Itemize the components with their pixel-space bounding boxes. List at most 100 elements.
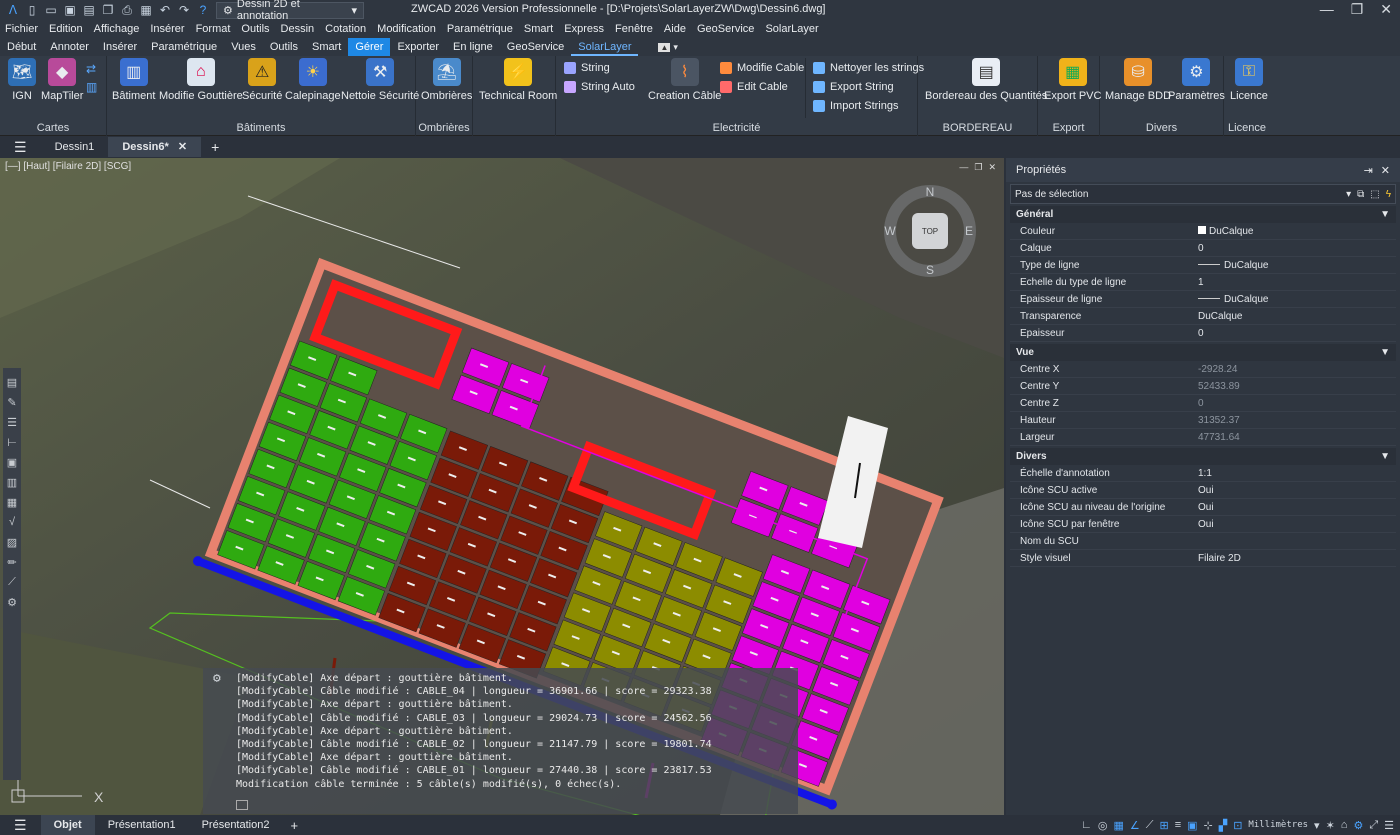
hardware-accel-icon[interactable]: ⌂: [1341, 819, 1348, 831]
tab-gerer[interactable]: Gérer: [348, 38, 391, 56]
menu-item[interactable]: Aide: [659, 23, 692, 35]
nettoie-securite-button[interactable]: ⚒ Nettoie Sécurité: [341, 58, 419, 102]
pencil-icon[interactable]: ✏: [6, 556, 18, 570]
help-icon[interactable]: ?: [196, 3, 210, 17]
map-tools-icon[interactable]: ⇄: [86, 62, 96, 76]
close-icon[interactable]: ✕: [1380, 1, 1392, 18]
property-row[interactable]: Nom du SCU: [1010, 533, 1396, 550]
workspace-selector[interactable]: ⚙ Dessin 2D et annotation ▾: [216, 0, 364, 22]
viewport-label[interactable]: [—] [Haut] [Filaire 2D] [SCG]: [5, 161, 131, 172]
grid-icon[interactable]: ▦: [1113, 819, 1123, 832]
units-icon[interactable]: ⊡: [1233, 819, 1242, 832]
annotation-monitor-icon[interactable]: ▞: [1219, 819, 1227, 832]
tab-vues[interactable]: Vues: [224, 38, 263, 56]
block-icon[interactable]: ▣: [6, 456, 18, 470]
menu-item[interactable]: Outils: [236, 23, 275, 35]
property-row[interactable]: Style visuel Filaire 2D: [1010, 550, 1396, 567]
restore-icon[interactable]: ❐: [974, 162, 982, 173]
snap-icon[interactable]: ∠: [1130, 819, 1140, 832]
bordereau-button[interactable]: ▤ Bordereau des Quantités: [925, 58, 1047, 102]
tab-exporter[interactable]: Exporter: [390, 38, 446, 56]
string-button[interactable]: String: [564, 62, 610, 74]
import-strings-button[interactable]: Import Strings: [813, 100, 898, 112]
command-input-icon[interactable]: [236, 800, 248, 810]
property-row[interactable]: Transparence DuCalque: [1010, 308, 1396, 325]
gear-icon[interactable]: ⚙: [213, 672, 221, 685]
ortho-icon[interactable]: ∟: [1081, 819, 1092, 831]
open-folder-icon[interactable]: ▭: [44, 3, 58, 17]
ombrieres-button[interactable]: ⛱ Ombrières: [421, 58, 472, 102]
add-tab-icon[interactable]: +: [201, 139, 229, 155]
property-row[interactable]: Couleur DuCalque: [1010, 223, 1396, 240]
print-icon[interactable]: ⎙: [120, 3, 134, 17]
tab-dessin1[interactable]: Dessin1: [41, 137, 109, 157]
nettoyer-strings-button[interactable]: Nettoyer les strings: [813, 62, 924, 74]
close-icon[interactable]: ✕: [178, 141, 187, 153]
tab-objet[interactable]: Objet: [40, 815, 95, 835]
table-icon[interactable]: ▦: [6, 496, 18, 510]
tab-presentation1[interactable]: Présentation1: [95, 815, 189, 835]
manage-bdd-button[interactable]: ⛁ Manage BDD: [1105, 58, 1171, 102]
tab-dessin6[interactable]: Dessin6* ✕: [108, 137, 202, 157]
tab-annoter[interactable]: Annoter: [43, 38, 96, 56]
units-label[interactable]: Millimètres: [1248, 820, 1308, 830]
menu-item[interactable]: Edition: [44, 23, 89, 35]
menu-item[interactable]: Modification: [372, 23, 442, 35]
lineweight-icon[interactable]: ≡: [1175, 819, 1181, 831]
tab-en-ligne[interactable]: En ligne: [446, 38, 500, 56]
tab-outils[interactable]: Outils: [263, 38, 305, 56]
menu-item[interactable]: GeoService: [692, 23, 760, 35]
maptiler-button[interactable]: ◆ MapTiler: [41, 58, 83, 102]
gear-icon[interactable]: ⚙: [1353, 819, 1363, 832]
modifie-gouttiere-button[interactable]: ⌂ Modifie Gouttière: [159, 58, 243, 102]
export-string-button[interactable]: Export String: [813, 81, 894, 93]
tab-presentation2[interactable]: Présentation2: [189, 815, 283, 835]
list-icon[interactable]: ☰: [6, 416, 18, 430]
ign-button[interactable]: 🗺 IGN: [8, 58, 36, 102]
map-layer-icon[interactable]: ▥: [86, 80, 97, 94]
save-as-icon[interactable]: ▤: [82, 3, 96, 17]
menu-item[interactable]: Cotation: [320, 23, 372, 35]
property-row[interactable]: Échelle d'annotation 1:1: [1010, 465, 1396, 482]
hamburger-menu-icon[interactable]: ☰: [0, 139, 41, 156]
calepinage-button[interactable]: ☀ Calepinage: [285, 58, 341, 102]
securite-button[interactable]: ⚠ Sécurité: [242, 58, 282, 102]
toggle-pickadd-icon[interactable]: ⧉: [1357, 189, 1364, 200]
ribbon-minimize-icon[interactable]: ▲: [658, 42, 671, 52]
menu-item[interactable]: Affichage: [89, 23, 146, 35]
measure-icon[interactable]: √: [6, 516, 18, 530]
menu-item[interactable]: Fichier: [0, 23, 44, 35]
close-icon[interactable]: ✕: [1381, 164, 1390, 177]
edit-cable-button[interactable]: Edit Cable: [720, 81, 788, 93]
fullscreen-icon[interactable]: ⤢: [1369, 819, 1378, 832]
licence-button[interactable]: ⚿ Licence: [1230, 58, 1268, 102]
dimension-icon[interactable]: ⊢: [6, 436, 18, 450]
isolate-icon[interactable]: ✶: [1326, 819, 1335, 832]
menu-item[interactable]: Fenêtre: [610, 23, 659, 35]
layer-icon[interactable]: ▤: [6, 376, 18, 390]
transparency-icon[interactable]: ▣: [1187, 819, 1197, 832]
plot-preview-icon[interactable]: ▦: [139, 3, 153, 17]
tab-inserer[interactable]: Insérer: [96, 38, 144, 56]
property-row[interactable]: Icône SCU au niveau de l'origine Oui: [1010, 499, 1396, 516]
selection-cycling-icon[interactable]: ⊹: [1204, 819, 1213, 832]
save-icon[interactable]: ▣: [63, 3, 77, 17]
chevron-down-icon[interactable]: ▾: [673, 42, 678, 53]
menu-item[interactable]: Paramétrique: [442, 23, 519, 35]
redo-icon[interactable]: ↷: [177, 3, 191, 17]
property-row[interactable]: Icône SCU par fenêtre Oui: [1010, 516, 1396, 533]
tab-solarlayer[interactable]: SolarLayer: [571, 38, 639, 56]
chevron-down-icon[interactable]: ▾: [1314, 819, 1320, 832]
tab-geoservice[interactable]: GeoService: [500, 38, 571, 56]
selection-dropdown[interactable]: Pas de sélection ▾ ⧉ ⬚ ϟ: [1010, 184, 1396, 204]
property-row[interactable]: Icône SCU active Oui: [1010, 482, 1396, 499]
property-row[interactable]: Calque 0: [1010, 240, 1396, 257]
parametres-button[interactable]: ⚙ Paramètres: [1168, 58, 1225, 102]
minimize-icon[interactable]: —: [1320, 1, 1334, 18]
menu-item[interactable]: Insérer: [145, 23, 190, 35]
edit-icon[interactable]: ✎: [6, 396, 18, 410]
add-layout-icon[interactable]: +: [282, 818, 306, 833]
property-row[interactable]: Epaisseur 0: [1010, 325, 1396, 342]
export-pvc-button[interactable]: ▦ Export PVC: [1044, 58, 1101, 102]
quick-select-icon[interactable]: ϟ: [1386, 189, 1391, 200]
